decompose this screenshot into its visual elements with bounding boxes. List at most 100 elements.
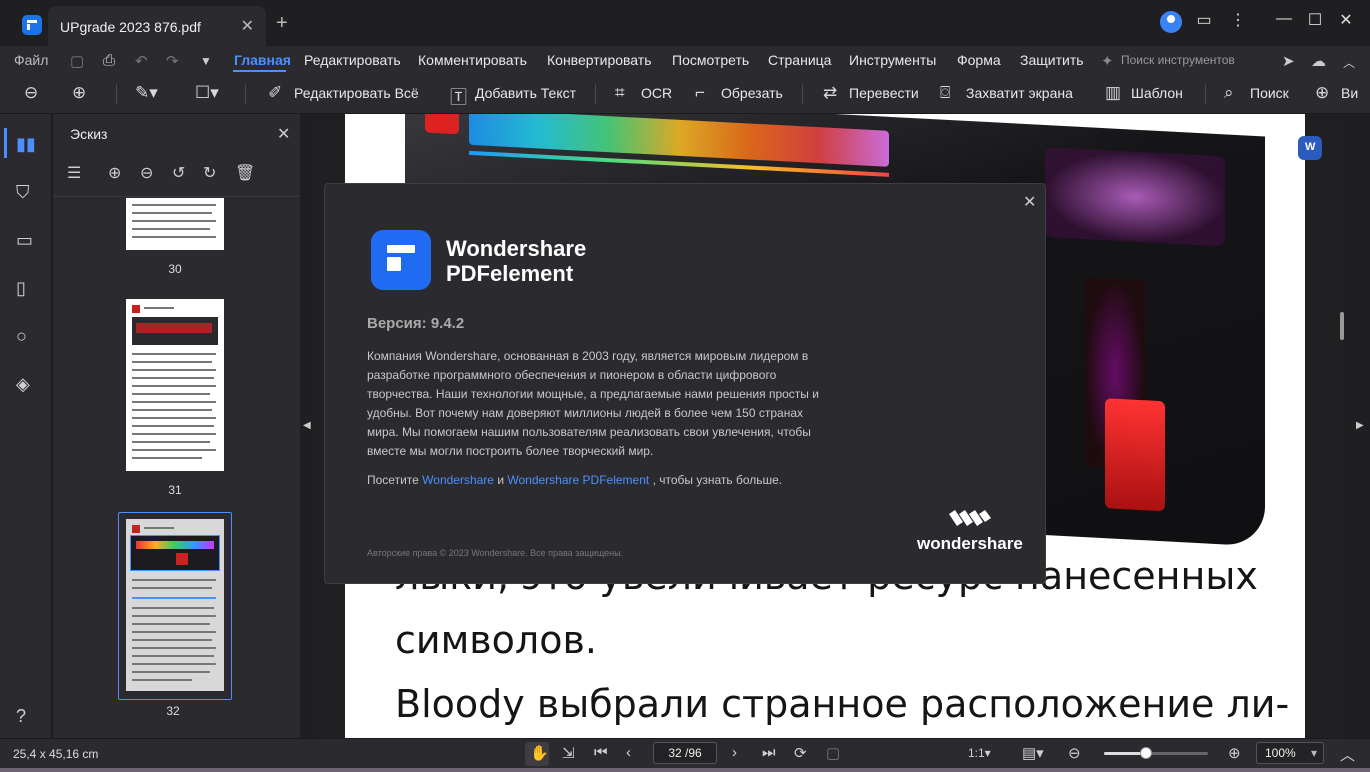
zoom-slider[interactable] bbox=[1104, 747, 1208, 759]
add-text-button[interactable]: Добавить Текст bbox=[475, 85, 576, 101]
crop-button[interactable]: Обрезать bbox=[721, 85, 783, 101]
page-thumbnail[interactable] bbox=[126, 299, 224, 471]
expand-right-panel-icon[interactable]: ▶ bbox=[1356, 420, 1364, 431]
menu-view[interactable]: Посмотреть bbox=[672, 52, 749, 68]
user-avatar[interactable] bbox=[1160, 11, 1182, 33]
rotate-left-icon[interactable]: ↺ bbox=[172, 163, 185, 183]
more-options-icon[interactable]: ⋮ bbox=[1226, 10, 1250, 30]
crop-icon: ⌐ bbox=[695, 83, 705, 102]
page-layout-icon[interactable]: ▤▾ bbox=[1022, 744, 1044, 762]
dialog-close-icon[interactable]: ✕ bbox=[1023, 192, 1036, 212]
collapse-ribbon-icon[interactable]: ︿ bbox=[1343, 54, 1355, 71]
highlight-tool-icon[interactable]: ✎▾ bbox=[135, 83, 158, 103]
rotate-right-icon[interactable]: ↻ bbox=[203, 163, 216, 183]
thumbnail-options-icon[interactable]: ☰ bbox=[67, 163, 81, 183]
title-bar: UPgrade 2023 876.pdf ✕ + ▭ ⋮ — ☐ ✕ bbox=[0, 0, 1370, 46]
zoom-level-select[interactable]: 100% ▾ bbox=[1256, 742, 1324, 764]
panel-close-icon[interactable]: ✕ bbox=[277, 124, 290, 144]
document-tab[interactable]: UPgrade 2023 876.pdf ✕ bbox=[48, 6, 266, 46]
about-dialog: ✕ Wondershare PDFelement Версия: 9.4.2 К… bbox=[324, 183, 1046, 584]
select-tool-icon[interactable]: ⇲ bbox=[562, 744, 575, 762]
bookmark-icon[interactable]: ⛉ bbox=[16, 182, 30, 203]
help-icon[interactable]: ? bbox=[16, 706, 26, 727]
fit-view-icon[interactable]: ▢ bbox=[826, 744, 840, 762]
minimize-button[interactable]: — bbox=[1272, 10, 1296, 28]
menu-file[interactable]: Файл bbox=[14, 52, 48, 68]
thumb-zoom-out-icon[interactable]: ⊖ bbox=[140, 163, 153, 183]
comment-icon[interactable]: ▭ bbox=[16, 230, 33, 251]
menu-convert[interactable]: Конвертировать bbox=[547, 52, 652, 68]
thumbnails-icon[interactable]: ▮▮ bbox=[16, 134, 36, 155]
page-number-input[interactable]: 32 /96 bbox=[653, 742, 717, 764]
page-thumbnail[interactable] bbox=[126, 519, 224, 691]
new-tab-button[interactable]: + bbox=[276, 12, 288, 35]
pdfelement-logo-icon bbox=[22, 15, 42, 35]
previous-page-icon[interactable]: ‹ bbox=[626, 744, 631, 761]
maximize-button[interactable]: ☐ bbox=[1303, 10, 1327, 30]
save-icon[interactable]: ▢ bbox=[70, 52, 84, 70]
print-icon[interactable]: ⎙ bbox=[103, 52, 115, 69]
pdfelement-link[interactable]: Wondershare PDFelement bbox=[507, 473, 649, 487]
menu-page[interactable]: Страница bbox=[768, 52, 831, 68]
expand-status-icon[interactable]: ︿ bbox=[1340, 744, 1355, 765]
close-window-button[interactable]: ✕ bbox=[1334, 10, 1358, 30]
thumbnail-page-number: 31 bbox=[168, 483, 182, 497]
shape-tool-icon[interactable]: ☐▾ bbox=[195, 83, 219, 103]
screenshot-button[interactable]: Захватит экрана bbox=[966, 85, 1073, 101]
visit-and: и bbox=[497, 473, 505, 487]
edit-all-button[interactable]: Редактировать Всё bbox=[294, 85, 419, 101]
search-button[interactable]: Поиск bbox=[1250, 85, 1289, 101]
send-icon[interactable]: ➤ bbox=[1282, 52, 1295, 70]
thumb-zoom-in-icon[interactable]: ⊕ bbox=[108, 163, 121, 183]
zoom-in-icon[interactable]: ⊕ bbox=[72, 83, 86, 103]
visit-prefix: Посетите bbox=[367, 473, 419, 487]
ocr-button[interactable]: OCR bbox=[641, 85, 672, 101]
vertical-scrollbar[interactable] bbox=[1340, 312, 1344, 340]
cloud-upload-icon[interactable]: ☁ bbox=[1311, 52, 1326, 70]
menu-tools[interactable]: Инструменты bbox=[849, 52, 936, 68]
collapse-panel-arrow-icon[interactable]: ◀ bbox=[303, 420, 311, 431]
zoom-slider-knob[interactable] bbox=[1139, 747, 1152, 759]
thumbnail-page-number: 30 bbox=[168, 262, 182, 276]
template-button[interactable]: Шаблон bbox=[1131, 85, 1183, 101]
pdfelement-logo-icon bbox=[371, 230, 431, 290]
tool-search-input[interactable]: Поиск инструментов bbox=[1121, 53, 1235, 67]
page-thumbnail[interactable] bbox=[126, 198, 224, 250]
feedback-icon[interactable]: ▭ bbox=[1192, 10, 1216, 30]
next-page-icon[interactable]: › bbox=[732, 744, 737, 761]
menu-protect[interactable]: Защитить bbox=[1020, 52, 1084, 68]
hand-tool-icon: ✋ bbox=[530, 745, 549, 762]
translate-button[interactable]: Перевести bbox=[849, 85, 919, 101]
product-name: PDFelement bbox=[446, 261, 574, 286]
last-page-icon[interactable]: ⏭ bbox=[762, 744, 776, 761]
left-rail: ▮▮ ⛉ ▭ ▯ ○ ◈ ? bbox=[0, 114, 52, 738]
status-bar: 25,4 x 45,16 cm ✋ ⇲ ⏮ ‹ 32 /96 › ⏭ ⟳ ▢ 1… bbox=[0, 738, 1370, 768]
menu-form[interactable]: Форма bbox=[957, 52, 1001, 68]
undo-icon[interactable]: ↶ bbox=[135, 52, 148, 70]
panel-divider bbox=[53, 196, 300, 197]
zoom-out-icon[interactable]: ⊖ bbox=[24, 83, 38, 103]
menu-comment[interactable]: Комментировать bbox=[418, 52, 527, 68]
status-zoom-in-icon[interactable]: ⊕ bbox=[1228, 744, 1241, 762]
view-more-button[interactable]: Ви bbox=[1341, 85, 1358, 101]
search-panel-icon[interactable]: ○ bbox=[16, 326, 27, 347]
rotate-view-icon[interactable]: ⟳ bbox=[794, 744, 807, 762]
toolbar-divider bbox=[1205, 84, 1206, 104]
actual-size-icon[interactable]: 1:1▾ bbox=[968, 746, 991, 760]
zoom-level-value: 100% bbox=[1265, 746, 1296, 760]
status-zoom-out-icon[interactable]: ⊖ bbox=[1068, 744, 1081, 762]
wondershare-link[interactable]: Wondershare bbox=[422, 473, 494, 487]
redo-icon[interactable]: ↷ bbox=[166, 52, 179, 70]
attachment-icon[interactable]: ▯ bbox=[16, 278, 26, 299]
copyright-text: Авторские права © 2023 Wondershare. Все … bbox=[367, 548, 624, 558]
layers-icon[interactable]: ◈ bbox=[16, 374, 30, 395]
delete-page-icon[interactable]: 🗑 bbox=[235, 163, 255, 183]
quick-access-dropdown-icon[interactable]: ▼ bbox=[200, 54, 212, 68]
rail-active-indicator bbox=[4, 128, 7, 158]
tab-close-icon[interactable]: ✕ bbox=[241, 16, 254, 36]
first-page-icon[interactable]: ⏮ bbox=[594, 744, 608, 761]
menu-home[interactable]: Главная bbox=[234, 52, 291, 68]
tab-title: UPgrade 2023 876.pdf bbox=[60, 19, 201, 35]
menu-edit[interactable]: Редактировать bbox=[304, 52, 401, 68]
convert-to-word-icon[interactable] bbox=[1298, 136, 1322, 160]
